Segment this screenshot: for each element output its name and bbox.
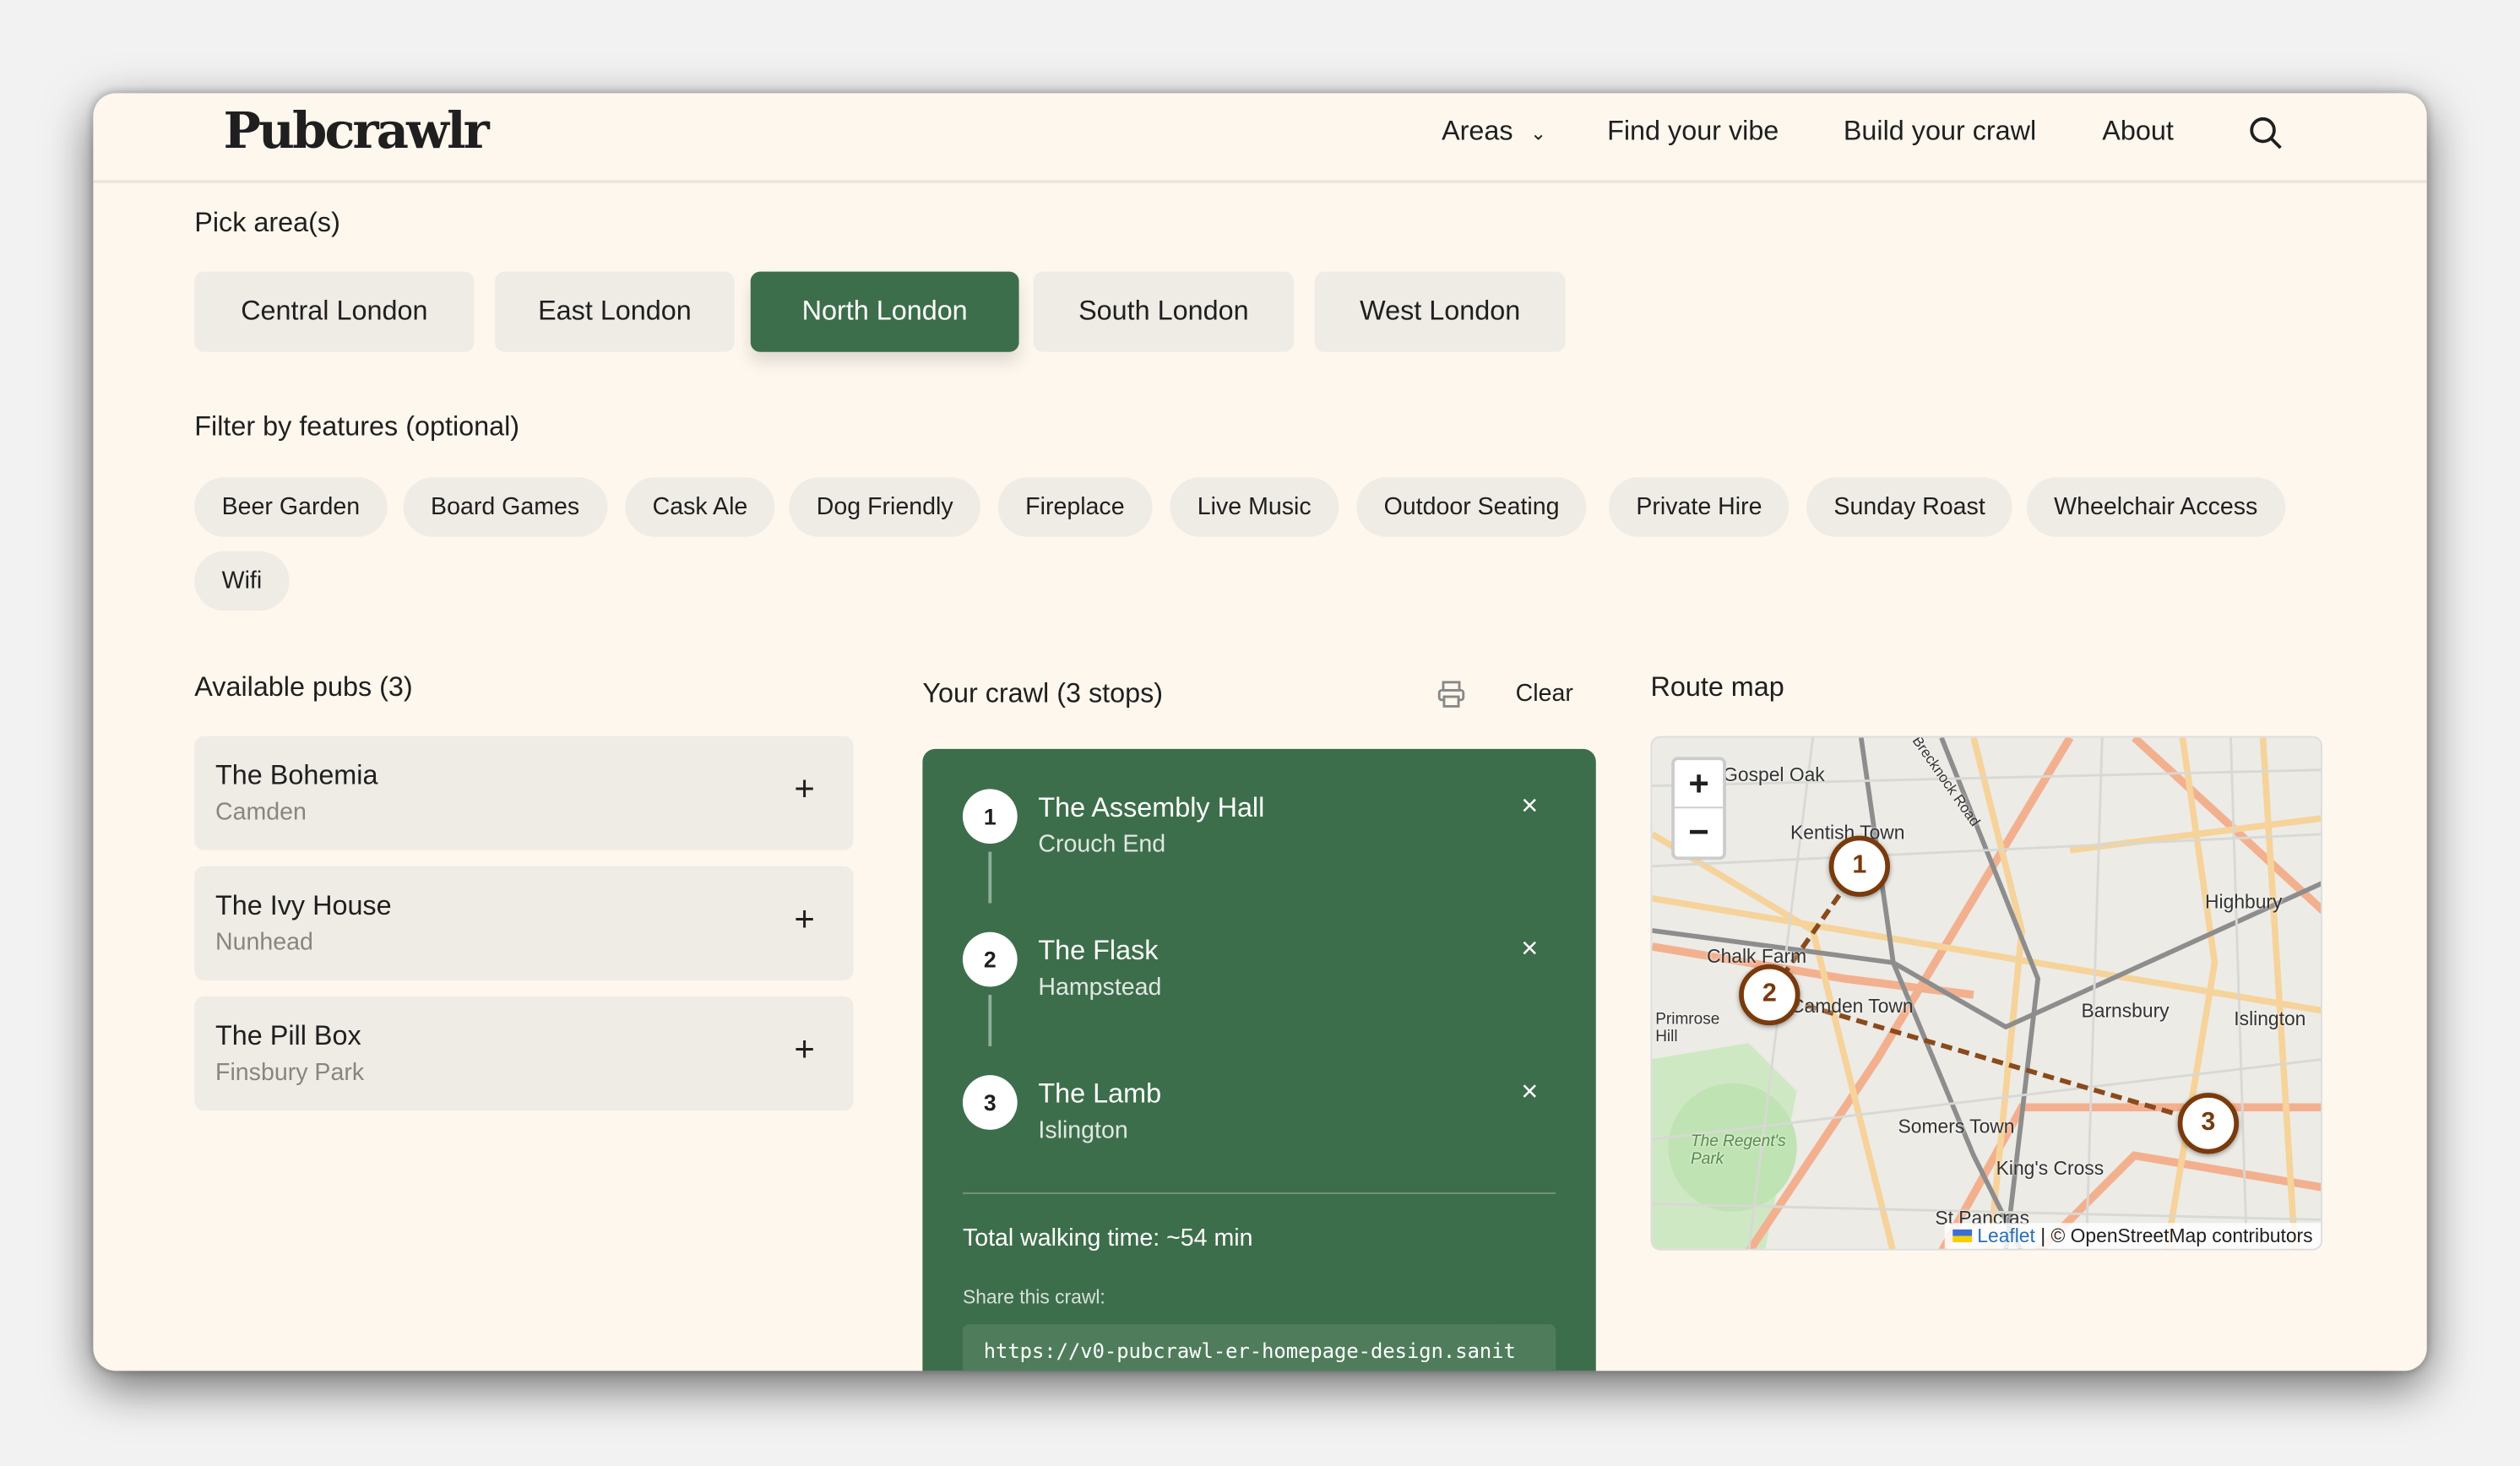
crawl-stop: 3 The Lamb Islington ×	[962, 1075, 1557, 1171]
zoom-in-button[interactable]: +	[1675, 760, 1724, 809]
nav-find-your-vibe[interactable]: Find your vibe	[1607, 116, 1779, 148]
map-label: Highbury	[2205, 890, 2283, 913]
zoom-out-button[interactable]: −	[1675, 808, 1723, 856]
chip-cask-ale[interactable]: Cask Ale	[625, 477, 775, 537]
pub-area: Nunhead	[215, 928, 313, 957]
map-attribution: Leaflet | © OpenStreetMap contributors	[1945, 1223, 2322, 1249]
divider	[962, 1192, 1556, 1195]
map-label: Camden Town	[1790, 995, 1914, 1018]
area-west-london[interactable]: West London	[1314, 271, 1566, 352]
pub-name: The Bohemia	[215, 760, 378, 791]
chip-board-games[interactable]: Board Games	[403, 477, 607, 537]
clear-button[interactable]: Clear	[1516, 680, 1573, 707]
site-header: Pubcrawlr Areas ⌄ Find your vibe Build y…	[93, 93, 2427, 183]
chip-private-hire[interactable]: Private Hire	[1609, 477, 1790, 537]
map-label: Islington	[2234, 1007, 2306, 1030]
marker-number: 2	[1762, 980, 1777, 1008]
chip-wheelchair-access[interactable]: Wheelchair Access	[2026, 477, 2285, 537]
add-icon[interactable]: +	[794, 1029, 814, 1070]
chip-sunday-roast[interactable]: Sunday Roast	[1806, 477, 2013, 537]
total-walking-time: Total walking time: ~54 min	[962, 1224, 1253, 1252]
stop-name: The Assembly Hall	[1038, 792, 1265, 823]
map-marker-1[interactable]: 1	[1828, 835, 1891, 897]
map-label: Chalk Farm	[1707, 945, 1807, 968]
stop-area: Hampstead	[1038, 974, 1162, 1002]
add-icon[interactable]: +	[794, 768, 814, 810]
crawl-title: Your crawl (3 stops)	[922, 678, 1164, 709]
pub-card: The Pill Box Finsbury Park +	[194, 996, 854, 1111]
crawl-stop: 2 The Flask Hampstead ×	[962, 931, 1557, 1029]
route-map[interactable]: Gospel Oak Kentish Town Highbury Chalk F…	[1650, 736, 2322, 1251]
logo[interactable]: Pubcrawlr	[224, 103, 490, 161]
pub-area: Camden	[215, 798, 307, 827]
chip-beer-garden[interactable]: Beer Garden	[194, 477, 388, 537]
browser-window: Pubcrawlr Areas ⌄ Find your vibe Build y…	[93, 93, 2427, 1371]
stop-number: 3	[962, 1075, 1018, 1130]
map-marker-3[interactable]: 3	[2177, 1093, 2240, 1154]
chip-fireplace[interactable]: Fireplace	[997, 477, 1152, 537]
stop-connector	[988, 851, 992, 904]
map-marker-2[interactable]: 2	[1739, 964, 1800, 1026]
print-icon[interactable]	[1437, 680, 1465, 709]
stop-name: The Flask	[1038, 935, 1159, 966]
marker-number: 3	[2201, 1109, 2216, 1137]
chip-wifi[interactable]: Wifi	[194, 551, 290, 611]
chevron-down-icon: ⌄	[1530, 122, 1547, 145]
nav-areas[interactable]: Areas ⌄	[1442, 116, 1546, 148]
nav-build-your-crawl[interactable]: Build your crawl	[1844, 116, 2036, 148]
share-label: Share this crawl:	[962, 1285, 1105, 1309]
area-north-london[interactable]: North London	[750, 271, 1019, 352]
stop-number: 1	[962, 789, 1018, 844]
remove-icon[interactable]: ×	[1521, 932, 1538, 966]
pub-card: The Ivy House Nunhead +	[194, 866, 854, 980]
crawl-stop: 1 The Assembly Hall Crouch End ×	[962, 789, 1557, 885]
route-map-title: Route map	[1650, 671, 1784, 703]
stop-name: The Lamb	[1038, 1078, 1162, 1110]
pick-areas-label: Pick area(s)	[194, 207, 340, 238]
nav-areas-label: Areas	[1442, 116, 1513, 147]
area-east-london[interactable]: East London	[495, 271, 735, 352]
stop-connector	[988, 995, 992, 1046]
pub-name: The Pill Box	[215, 1020, 361, 1051]
leaflet-link[interactable]: Leaflet	[1977, 1224, 2035, 1247]
filter-features-label: Filter by features (optional)	[194, 411, 520, 443]
stop-area: Islington	[1038, 1116, 1128, 1145]
osm-attribution: | © OpenStreetMap contributors	[2040, 1224, 2313, 1247]
remove-icon[interactable]: ×	[1521, 1075, 1538, 1109]
crawl-panel: 1 The Assembly Hall Crouch End × 2 The Flask…	[922, 748, 1596, 1371]
area-south-london[interactable]: South London	[1033, 271, 1294, 352]
map-zoom-control: + −	[1671, 757, 1726, 861]
pub-name: The Ivy House	[215, 890, 392, 921]
add-icon[interactable]: +	[794, 899, 814, 940]
map-label: Barnsbury	[2081, 999, 2170, 1023]
pub-card: The Bohemia Camden +	[194, 736, 854, 850]
stop-number: 2	[962, 931, 1018, 987]
marker-number: 1	[1852, 851, 1867, 879]
map-label: Primrose Hill	[1655, 1011, 1720, 1046]
share-url-field[interactable]: https://v0-pubcrawl-er-homepage-design.s…	[962, 1324, 1556, 1371]
chip-outdoor-seating[interactable]: Outdoor Seating	[1356, 477, 1587, 537]
pub-area: Finsbury Park	[215, 1059, 365, 1087]
area-central-london[interactable]: Central London	[194, 271, 475, 352]
search-icon[interactable]	[2248, 116, 2284, 151]
ukraine-flag-icon	[1952, 1229, 1973, 1243]
available-pubs-title: Available pubs (3)	[194, 671, 413, 703]
nav-about[interactable]: About	[2102, 116, 2174, 148]
map-label: Gospel Oak	[1723, 763, 1825, 786]
map-label: The Regent's Park	[1691, 1132, 1786, 1169]
chip-dog-friendly[interactable]: Dog Friendly	[789, 477, 980, 537]
chip-live-music[interactable]: Live Music	[1170, 477, 1339, 537]
map-label: King's Cross	[1996, 1157, 2105, 1180]
stop-area: Crouch End	[1038, 830, 1166, 859]
map-label: Somers Town	[1898, 1115, 2015, 1138]
remove-icon[interactable]: ×	[1521, 789, 1538, 823]
